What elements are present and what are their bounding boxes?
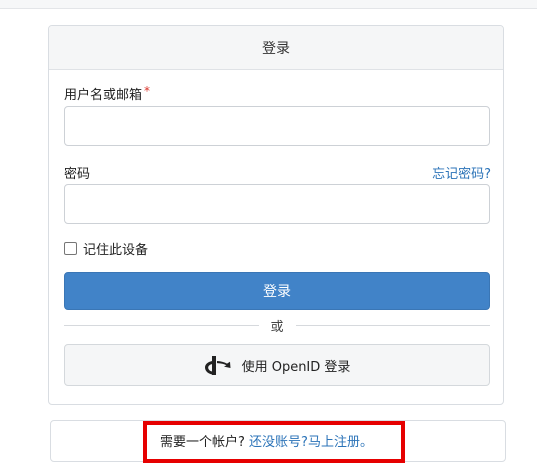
username-label-text: 用户名或邮箱 <box>64 88 143 103</box>
password-label: 密码 <box>64 163 90 182</box>
username-label: 用户名或邮箱 * <box>64 84 150 103</box>
password-label-text: 密码 <box>64 167 91 182</box>
login-submit-button[interactable]: 登录 <box>64 272 490 310</box>
openid-login-button[interactable]: 使用 OpenID 登录 <box>64 344 490 386</box>
or-divider-text: 或 <box>270 319 284 335</box>
required-asterisk: * <box>144 84 151 98</box>
remember-device-row[interactable]: 记住此设备 <box>64 239 148 258</box>
openid-icon <box>204 356 231 375</box>
remember-device-checkbox[interactable] <box>64 242 77 255</box>
remember-device-label[interactable]: 记住此设备 <box>83 239 148 258</box>
top-page-strip <box>0 0 537 9</box>
forgot-password-link[interactable]: 忘记密码? <box>432 163 491 182</box>
register-highlight-box <box>143 421 405 463</box>
login-panel: 登录 用户名或邮箱 * 密码 忘记密码? 记住此设备 登录 或 使用 OpenID… <box>48 25 504 405</box>
divider-line-left <box>64 324 259 326</box>
openid-login-label[interactable]: 使用 OpenID 登录 <box>242 356 351 375</box>
or-divider: 或 <box>64 316 491 335</box>
password-input[interactable] <box>64 184 490 224</box>
divider-line-right <box>295 324 491 326</box>
username-input[interactable] <box>64 106 490 146</box>
login-submit-label[interactable]: 登录 <box>263 281 291 301</box>
login-panel-title: 登录 <box>262 40 290 57</box>
login-panel-header: 登录 <box>49 26 503 70</box>
